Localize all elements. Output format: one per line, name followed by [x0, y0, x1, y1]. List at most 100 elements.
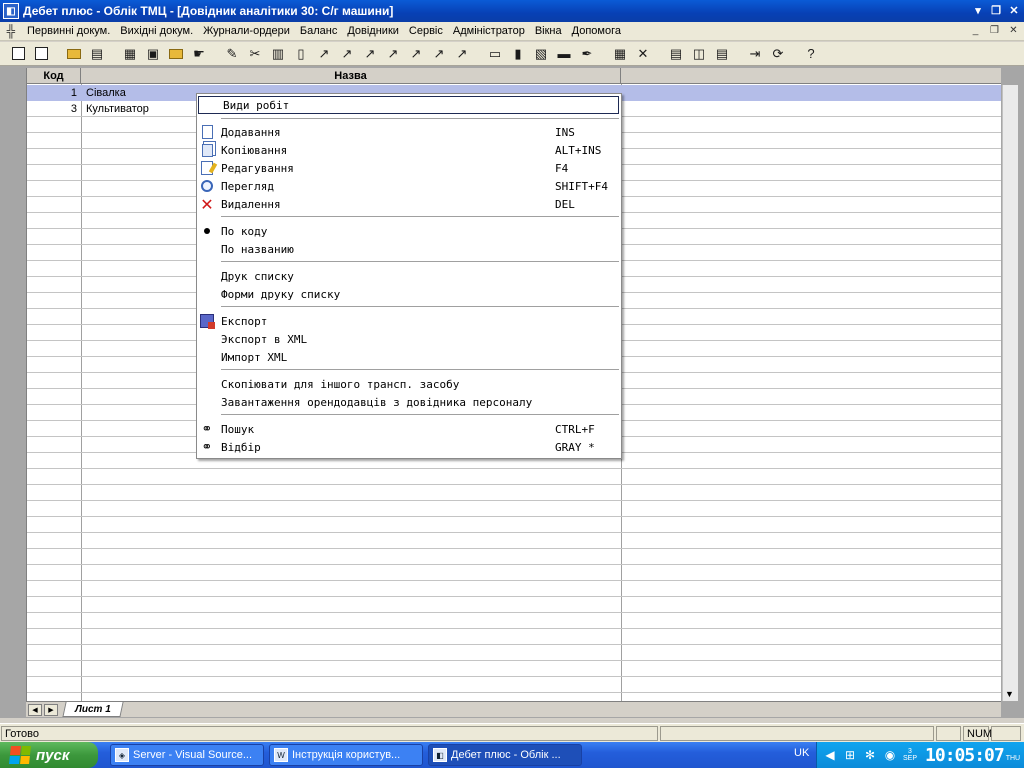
hammer-icon-3[interactable]: ↗ — [360, 44, 380, 64]
copy-icon[interactable]: ▣ — [143, 44, 163, 64]
tab-prev-button[interactable]: ◀ — [28, 704, 42, 716]
sheet-tab[interactable]: Лист 1 — [62, 702, 124, 717]
task-instruction[interactable]: W Інструкція користув... — [269, 744, 423, 766]
network-icon[interactable]: ⊞ — [843, 748, 857, 762]
grid-row-line — [27, 548, 1001, 549]
menu-admin[interactable]: Адміністратор — [448, 25, 530, 37]
column-header-name[interactable]: Назва — [81, 68, 621, 84]
menu-item-print-list[interactable]: Друк списку — [197, 267, 621, 285]
tray-arrow-icon[interactable]: ◀ — [823, 748, 837, 762]
copy-document-icon — [199, 142, 215, 158]
menu-dopomoga[interactable]: Допомога — [567, 25, 626, 37]
document-icon[interactable]: ▤ — [87, 44, 107, 64]
menu-item-export[interactable]: Експорт — [197, 312, 621, 330]
language-indicator[interactable]: UK — [794, 747, 809, 759]
menu-item-search[interactable]: ⚭ Пошук CTRL+F — [197, 420, 621, 438]
computer-icon[interactable]: ▬ — [554, 44, 574, 64]
hammer-icon-2[interactable]: ↗ — [337, 44, 357, 64]
mdi-minimize-button[interactable]: _ — [969, 24, 982, 37]
task-label: Server - Visual Source... — [133, 749, 253, 761]
scroll-down-icon[interactable]: ▼ — [1005, 689, 1014, 699]
menu-item-load-lessors[interactable]: Завантаження орендодавців з довідника пе… — [197, 393, 621, 411]
menu-item-label: Видалення — [221, 197, 281, 211]
tools-icon[interactable]: ✂ — [245, 44, 265, 64]
start-label: пуск — [36, 746, 70, 764]
task-debet-plus[interactable]: ◧ Дебет плюс - Облік ... — [428, 744, 582, 766]
grid-row-line — [27, 596, 1001, 597]
menu-item-copy-other-vehicle[interactable]: Скопіювати для іншого трансп. засобу — [197, 375, 621, 393]
menu-item-sort-by-name[interactable]: По названию — [197, 240, 621, 258]
clock[interactable]: 10:05:07 — [925, 745, 1005, 766]
app-task-icon: ◧ — [433, 748, 447, 762]
menu-item-add[interactable]: Додавання INS — [197, 123, 621, 141]
pen-icon[interactable]: ✒ — [577, 44, 597, 64]
menu-dovidnyky[interactable]: Довідники — [342, 25, 404, 37]
task-label: Дебет плюс - Облік ... — [451, 749, 561, 761]
status-icon[interactable]: ◉ — [883, 748, 897, 762]
menu-item-delete[interactable]: ✕ Видалення DEL — [197, 195, 621, 214]
mdi-close-button[interactable]: ✕ — [1007, 24, 1020, 37]
menu-balans[interactable]: Баланс — [295, 25, 342, 37]
edit-icon[interactable]: ✎ — [222, 44, 242, 64]
menu-item-print-forms[interactable]: Форми друку списку — [197, 285, 621, 303]
window-icon[interactable]: ▭ — [485, 44, 505, 64]
book-icon[interactable] — [31, 44, 51, 64]
hammer-icon-6[interactable]: ↗ — [429, 44, 449, 64]
folder-new-icon[interactable] — [166, 44, 186, 64]
menu-pervynni[interactable]: Первинні докум. — [22, 25, 115, 37]
status-panel-2 — [660, 726, 934, 741]
date-month: SEP — [903, 755, 918, 762]
mdi-restore-button[interactable]: ❐ — [988, 24, 1001, 37]
minimize-button[interactable]: ▾ — [970, 3, 986, 18]
menu-item-sort-by-code[interactable]: По коду — [197, 222, 621, 240]
books-icon[interactable]: ▮ — [508, 44, 528, 64]
column-header-code[interactable]: Код — [27, 68, 81, 84]
menu-vikna[interactable]: Вікна — [530, 25, 567, 37]
cascade-icon[interactable]: ▤ — [666, 44, 686, 64]
mdi-system-icon[interactable]: ╬ — [4, 24, 18, 38]
hammer-icon-7[interactable]: ↗ — [452, 44, 472, 64]
export-icon[interactable]: ⇥ — [745, 44, 765, 64]
new-document-icon[interactable]: ▦ — [120, 44, 140, 64]
open-folder-icon[interactable] — [64, 44, 84, 64]
calculator-icon[interactable]: ▦ — [610, 44, 630, 64]
close-button[interactable]: ✕ — [1006, 3, 1022, 18]
refresh-icon[interactable]: ⟳ — [768, 44, 788, 64]
menu-item-view[interactable]: Перегляд SHIFT+F4 — [197, 177, 621, 195]
hand-icon[interactable]: ☛ — [189, 44, 209, 64]
hammer-icon-1[interactable]: ↗ — [314, 44, 334, 64]
menu-item-import-xml[interactable]: Импорт XML — [197, 348, 621, 366]
menu-item-work-types[interactable]: Види робіт — [198, 96, 619, 114]
menu-item-label: Импорт XML — [221, 350, 288, 364]
start-button[interactable]: пуск — [0, 742, 98, 768]
restore-button[interactable]: ❐ — [988, 3, 1004, 18]
weekday: THU — [1005, 754, 1021, 762]
tab-next-button[interactable]: ▶ — [44, 704, 58, 716]
book-open-icon[interactable]: ▯ — [291, 44, 311, 64]
menu-servis[interactable]: Сервіс — [404, 25, 448, 37]
list-icon[interactable] — [8, 44, 28, 64]
task-sourcesafe[interactable]: ◈ Server - Visual Source... — [110, 744, 264, 766]
tile-horizontal-icon[interactable]: ▤ — [712, 44, 732, 64]
security-icon[interactable]: ✻ — [863, 748, 877, 762]
hammer-icon-4[interactable]: ↗ — [383, 44, 403, 64]
menu-vykhidni[interactable]: Вихідні докум. — [115, 25, 198, 37]
help-icon[interactable]: ? — [801, 44, 821, 64]
menu-item-copy[interactable]: Копіювання ALT+INS — [197, 141, 621, 159]
status-text: Готово — [1, 726, 658, 741]
radio-bullet-icon — [199, 223, 215, 239]
date-display: 3 SEP — [903, 748, 917, 762]
status-num: NUM — [963, 726, 992, 741]
menu-item-edit[interactable]: Редагування F4 — [197, 159, 621, 177]
tile-vertical-icon[interactable]: ◫ — [689, 44, 709, 64]
system-tray: ◀ ⊞ ✻ ◉ 3 SEP 10:05:07 THU — [816, 742, 1024, 768]
wrench-icon[interactable]: ✕ — [633, 44, 653, 64]
menu-item-export-xml[interactable]: Экспорт в XML — [197, 330, 621, 348]
hammer-icon-5[interactable]: ↗ — [406, 44, 426, 64]
grid-icon[interactable]: ▥ — [268, 44, 288, 64]
vertical-scrollbar[interactable]: ▼ — [1002, 85, 1018, 701]
grid-row-line — [27, 532, 1001, 533]
chart-icon[interactable]: ▧ — [531, 44, 551, 64]
menu-item-filter[interactable]: ⚭ Відбір GRAY * — [197, 438, 621, 456]
menu-zhurnaly[interactable]: Журнали-ордери — [198, 25, 295, 37]
